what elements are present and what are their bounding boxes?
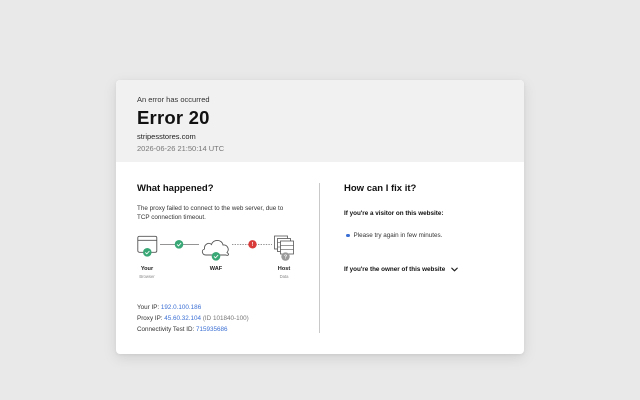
- error-body: What happened? The proxy failed to conne…: [116, 162, 524, 354]
- node-label-browser: Your: [140, 266, 154, 272]
- test-id-value: 715935686: [196, 326, 228, 334]
- how-to-fix-heading: How can I fix it?: [344, 183, 417, 194]
- link-error-icon: !: [248, 240, 257, 249]
- node-sublabel-browser: Browser: [139, 274, 155, 279]
- error-card: An error has occurred Error 20 stripesst…: [116, 80, 524, 354]
- host-status-unknown-icon: ?: [281, 252, 290, 261]
- chevron-down-icon: [451, 267, 459, 272]
- node-label-host: Host: [277, 266, 291, 272]
- error-subtitle: An error has occurred: [137, 95, 210, 104]
- test-id-label: Connectivity Test ID:: [137, 326, 195, 334]
- error-title: Error 20: [137, 107, 210, 128]
- node-label-waf: WAF: [209, 266, 223, 272]
- proxy-id: (ID 101840-100): [202, 315, 249, 323]
- connection-diagram-svg: ! ?: [137, 235, 294, 261]
- error-domain: stripesstores.com: [137, 132, 196, 141]
- your-ip-row: Your IP: 192.0.100.186: [137, 302, 302, 313]
- proxy-ip-row: Proxy IP: 45.60.32.104 (ID 101840-100): [137, 313, 302, 324]
- what-happened-section: What happened? The proxy failed to conne…: [137, 183, 302, 336]
- owner-toggle[interactable]: If you're the owner of this website: [344, 265, 504, 274]
- svg-text:!: !: [252, 242, 254, 248]
- link-ok-icon: [174, 240, 184, 249]
- svg-text:?: ?: [284, 255, 287, 261]
- your-ip-label: Your IP:: [137, 304, 160, 311]
- waf-status-ok-icon: [211, 252, 221, 261]
- connection-diagram: ! ? Your Browser WAF Host Data: [137, 234, 307, 292]
- visitor-tip: Please try again in few minutes.: [344, 232, 504, 239]
- bullet-icon: [346, 233, 350, 238]
- what-happened-description: The proxy failed to connect to the web s…: [137, 205, 284, 221]
- node-sublabel-host: Data: [279, 274, 289, 279]
- how-to-fix-section: How can I fix it? If you're a visitor on…: [344, 183, 504, 274]
- error-timestamp: 2026-06-26 21:50:14 UTC: [137, 144, 225, 153]
- proxy-ip-value: 45.60.32.104: [164, 315, 202, 323]
- your-ip-value: 192.0.100.186: [160, 304, 202, 311]
- what-happened-heading: What happened?: [137, 183, 214, 194]
- browser-status-ok-icon: [143, 248, 152, 257]
- server-icon: [274, 235, 294, 255]
- error-header: An error has occurred Error 20 stripesst…: [116, 80, 524, 162]
- visitor-tip-text: Please try again in few minutes.: [353, 232, 443, 239]
- proxy-ip-label: Proxy IP:: [137, 315, 163, 323]
- test-id-row: Connectivity Test ID: 715935686: [137, 324, 302, 335]
- connection-info: Your IP: 192.0.100.186 Proxy IP: 45.60.3…: [137, 302, 302, 336]
- visitor-heading: If you're a visitor on this website:: [344, 210, 444, 217]
- owner-heading: If you're the owner of this website: [344, 266, 446, 273]
- section-divider: [319, 183, 320, 333]
